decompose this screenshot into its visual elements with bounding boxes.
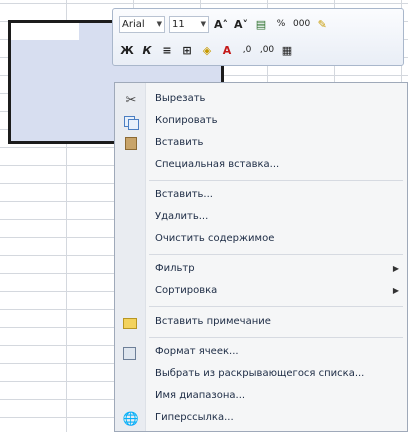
scissors-icon: ✂: [125, 92, 137, 108]
context-menu: ✂ Вырезать Копировать Вставить Специальн…: [114, 82, 408, 432]
comment-icon: [123, 318, 137, 329]
menu-item-label: Вставить...: [155, 189, 213, 200]
font-name-combo[interactable]: Arial ▼: [119, 15, 165, 33]
menu-item-label: Удалить...: [155, 211, 209, 222]
chevron-down-icon: ▼: [156, 20, 162, 28]
borders-icon[interactable]: ⊞: [179, 41, 195, 59]
increase-decimal-button[interactable]: ,0: [239, 41, 255, 59]
grow-font-button[interactable]: A˄: [213, 15, 229, 33]
copy-icon: [123, 114, 139, 130]
menu-item-label: Копировать: [155, 115, 218, 126]
menu-item-sort[interactable]: Сортировка ▶: [115, 281, 407, 303]
chevron-down-icon: ▼: [200, 20, 206, 28]
menu-item-label: Вставить: [155, 137, 204, 148]
font-size-combo[interactable]: 11 ▼: [169, 15, 209, 33]
menu-item-paste-special[interactable]: Специальная вставка...: [115, 155, 407, 177]
thousands-separator-button[interactable]: 000: [293, 15, 310, 33]
menu-item-label: Вставить примечание: [155, 316, 271, 327]
menu-separator: [149, 254, 403, 255]
menu-item-label: Сортировка: [155, 285, 218, 296]
font-color-icon[interactable]: A: [219, 41, 235, 59]
menu-item-filter[interactable]: Фильтр ▶: [115, 259, 407, 281]
fill-color-icon[interactable]: ◈: [199, 41, 215, 59]
align-center-icon[interactable]: ≡: [159, 41, 175, 59]
menu-item-label: Фильтр: [155, 263, 195, 274]
menu-item-paste[interactable]: Вставить: [115, 133, 407, 155]
percent-button[interactable]: %: [273, 15, 289, 33]
menu-item-label: Формат ячеек...: [155, 346, 239, 357]
paste-icon: [125, 137, 137, 150]
format-painter-icon[interactable]: ✎: [314, 15, 330, 33]
menu-item-label: Очистить содержимое: [155, 233, 275, 244]
menu-item-insert-comment[interactable]: Вставить примечание: [115, 312, 407, 334]
menu-item-hyperlink[interactable]: 🌐 Гиперссылка...: [115, 408, 407, 430]
active-cell[interactable]: [11, 23, 79, 40]
font-name-value: Arial: [122, 18, 145, 30]
menu-item-clear-contents[interactable]: Очистить содержимое: [115, 229, 407, 251]
format-cells-icon: [123, 347, 136, 360]
shrink-font-button[interactable]: A˅: [233, 15, 249, 33]
italic-button[interactable]: К: [139, 41, 155, 59]
menu-item-cut[interactable]: ✂ Вырезать: [115, 89, 407, 111]
menu-item-label: Выбрать из раскрывающегося списка...: [155, 368, 365, 379]
bold-button[interactable]: Ж: [119, 41, 135, 59]
menu-item-label: Гиперссылка...: [155, 412, 234, 423]
submenu-arrow-icon: ▶: [392, 286, 399, 295]
menu-item-format-cells[interactable]: Формат ячеек...: [115, 342, 407, 364]
mini-toolbar: Arial ▼ 11 ▼ A˄ A˅ ▤ % 000 ✎ Ж К ≡ ⊞ ◈ A…: [112, 8, 404, 66]
submenu-arrow-icon: ▶: [392, 264, 399, 273]
menu-separator: [149, 337, 403, 338]
menu-item-pick-from-list[interactable]: Выбрать из раскрывающегося списка...: [115, 364, 407, 386]
accounting-format-icon[interactable]: ▤: [253, 15, 269, 33]
menu-item-copy[interactable]: Копировать: [115, 111, 407, 133]
menu-item-label: Вырезать: [155, 93, 206, 104]
decrease-decimal-button[interactable]: ,00: [259, 41, 275, 59]
hyperlink-icon: 🌐: [122, 411, 140, 427]
menu-separator: [149, 306, 403, 307]
menu-item-insert[interactable]: Вставить...: [115, 185, 407, 207]
merge-cells-icon[interactable]: ▦: [279, 41, 295, 59]
menu-item-delete[interactable]: Удалить...: [115, 207, 407, 229]
menu-item-label: Имя диапазона...: [155, 390, 246, 401]
menu-item-label: Специальная вставка...: [155, 159, 280, 170]
menu-separator: [149, 180, 403, 181]
menu-item-name-range[interactable]: Имя диапазона...: [115, 386, 407, 408]
font-size-value: 11: [172, 18, 185, 30]
